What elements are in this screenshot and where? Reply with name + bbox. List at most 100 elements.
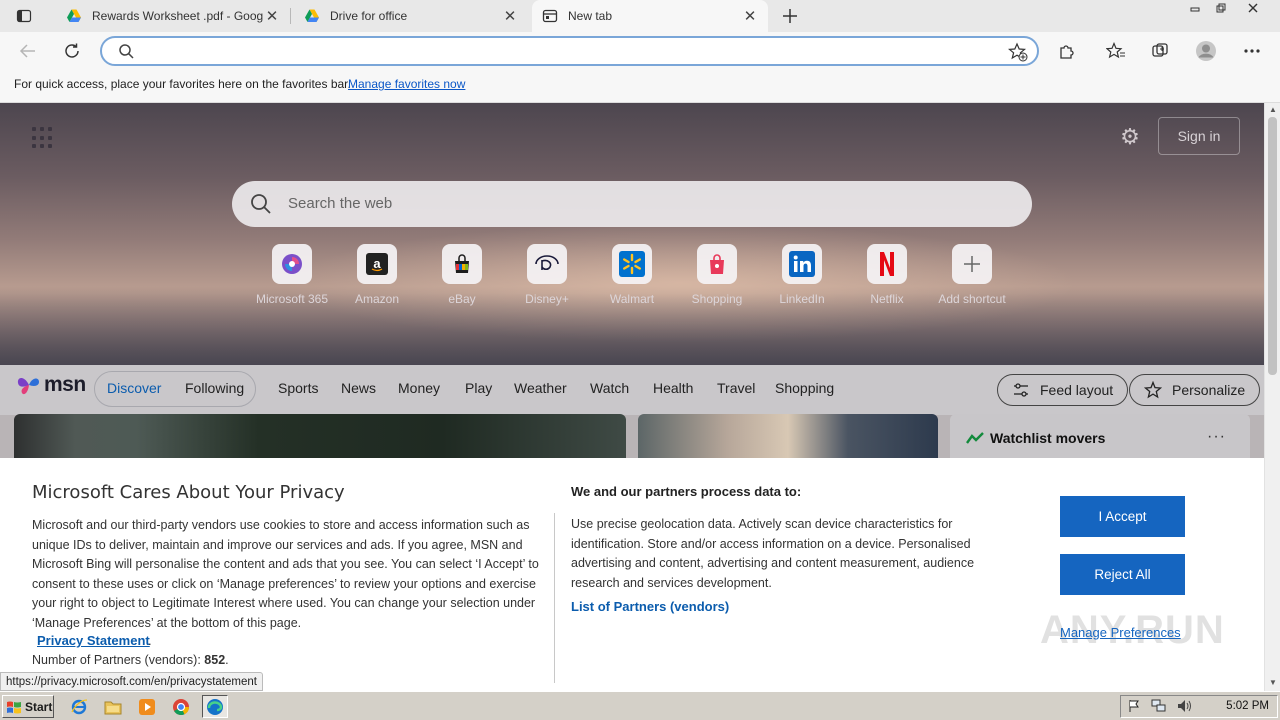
- internet-explorer-icon[interactable]: [66, 695, 92, 718]
- accept-button[interactable]: I Accept: [1060, 496, 1185, 537]
- plus-icon: [952, 244, 992, 284]
- tab-title: Drive for office: [330, 9, 408, 23]
- browser-toolbar: [0, 32, 1280, 70]
- file-explorer-icon[interactable]: [100, 695, 126, 718]
- nav-play[interactable]: Play: [465, 380, 492, 396]
- add-favorite-icon[interactable]: [1007, 42, 1028, 65]
- shortcut-microsoft-365[interactable]: Microsoft 365: [252, 244, 332, 306]
- shortcut-label: Add shortcut: [938, 292, 1006, 306]
- favorites-bar-message: For quick access, place your favorites h…: [14, 77, 351, 91]
- reject-all-button[interactable]: Reject All: [1060, 554, 1185, 595]
- star-sparkle-icon: [1143, 380, 1163, 399]
- close-tab-icon[interactable]: ✕: [264, 8, 280, 25]
- privacy-title: Microsoft Cares About Your Privacy: [32, 482, 345, 503]
- scroll-down-arrow-icon[interactable]: ▼: [1268, 678, 1278, 688]
- privacy-statement-link[interactable]: Privacy Statement: [37, 633, 150, 648]
- add-shortcut-button[interactable]: Add shortcut: [932, 244, 1012, 306]
- search-icon: [250, 193, 272, 215]
- windows-logo-icon: [7, 701, 21, 713]
- scroll-thumb[interactable]: [1268, 117, 1277, 375]
- close-tab-icon[interactable]: ✕: [742, 8, 758, 25]
- nav-shopping[interactable]: Shopping: [775, 380, 834, 396]
- shortcut-walmart[interactable]: Walmart: [592, 244, 672, 306]
- processing-purposes: Use precise geolocation data. Actively s…: [571, 517, 975, 590]
- refresh-button[interactable]: [60, 39, 84, 63]
- nav-news[interactable]: News: [341, 380, 376, 396]
- shortcut-label: LinkedIn: [779, 292, 825, 306]
- tab-actions-icon[interactable]: [12, 4, 36, 28]
- personalize-button[interactable]: Personalize: [1129, 374, 1261, 406]
- netflix-icon: [867, 244, 907, 284]
- nav-weather[interactable]: Weather: [514, 380, 567, 396]
- nav-sports[interactable]: Sports: [278, 380, 318, 396]
- msn-logo[interactable]: msn: [16, 373, 86, 397]
- more-options-icon[interactable]: ···: [1207, 428, 1226, 446]
- system-tray: 5:02 PM: [1120, 695, 1278, 718]
- shortcut-label: Netflix: [870, 292, 904, 306]
- scroll-up-arrow-icon[interactable]: ▲: [1268, 105, 1278, 115]
- amazon-icon: a: [357, 244, 397, 284]
- nav-travel[interactable]: Travel: [717, 380, 755, 396]
- divider: [554, 513, 555, 683]
- privacy-consent-dialog: Microsoft Cares About Your Privacy Micro…: [0, 458, 1264, 691]
- chrome-icon[interactable]: [168, 695, 194, 718]
- start-label: Start: [25, 699, 53, 714]
- edge-icon[interactable]: [202, 695, 228, 718]
- profile-avatar[interactable]: [1194, 39, 1218, 63]
- nav-money[interactable]: Money: [398, 380, 440, 396]
- shortcut-label: Disney+: [525, 292, 569, 306]
- partners-number: 852: [204, 653, 226, 667]
- volume-icon[interactable]: [1177, 699, 1193, 716]
- privacy-description: Microsoft and our third-party vendors us…: [32, 518, 539, 630]
- sign-in-button[interactable]: Sign in: [1158, 117, 1240, 155]
- shortcut-label: Amazon: [354, 292, 400, 306]
- list-of-partners-link[interactable]: List of Partners (vendors): [571, 599, 729, 614]
- shortcut-ebay[interactable]: eBay: [422, 244, 502, 306]
- shortcut-amazon[interactable]: a Amazon: [337, 244, 417, 306]
- minimize-button[interactable]: [1184, 2, 1206, 16]
- shortcut-netflix[interactable]: Netflix: [847, 244, 927, 306]
- manage-favorites-link[interactable]: Manage favorites now: [348, 77, 465, 91]
- page-settings-icon[interactable]: ⚙: [1118, 125, 1142, 149]
- new-tab-button[interactable]: [778, 4, 802, 28]
- shortcut-disney-plus[interactable]: Disney+: [507, 244, 587, 306]
- tab-drive-for-office[interactable]: Drive for office ✕: [294, 0, 528, 32]
- nav-health[interactable]: Health: [653, 380, 693, 396]
- feed-layout-button[interactable]: Feed layout: [997, 374, 1129, 406]
- manage-preferences-link[interactable]: Manage Preferences: [1060, 625, 1181, 640]
- vertical-scrollbar[interactable]: ▲ ▼: [1264, 103, 1280, 691]
- more-options-icon[interactable]: [1240, 39, 1264, 63]
- new-tab-page: ⚙ Sign in Search the web Microsoft 365 a…: [0, 103, 1264, 691]
- new-tab-icon: [542, 8, 558, 24]
- background-image: [0, 103, 1264, 365]
- extensions-icon[interactable]: [1055, 39, 1079, 63]
- nav-watch[interactable]: Watch: [590, 380, 629, 396]
- media-player-icon[interactable]: [134, 695, 160, 718]
- shortcut-label: Shopping: [691, 292, 743, 306]
- tab-rewards-worksheet[interactable]: Rewards Worksheet .pdf - Goog ✕: [56, 0, 290, 32]
- restore-button[interactable]: [1210, 2, 1232, 16]
- ebay-icon: [442, 244, 482, 284]
- web-search-box[interactable]: Search the web: [232, 181, 1032, 227]
- google-drive-icon: [304, 8, 320, 24]
- address-bar[interactable]: [100, 36, 1039, 66]
- tab-new-tab[interactable]: New tab ✕: [532, 0, 768, 32]
- collections-icon[interactable]: [1148, 39, 1172, 63]
- back-button[interactable]: [16, 39, 40, 63]
- trend-icon: [966, 432, 984, 447]
- shortcut-shopping[interactable]: Shopping: [677, 244, 757, 306]
- flag-icon[interactable]: [1127, 699, 1141, 716]
- app-launcher-icon[interactable]: [32, 127, 54, 149]
- shortcut-label: Walmart: [609, 292, 655, 306]
- google-drive-icon: [66, 8, 82, 24]
- search-icon: [118, 43, 134, 62]
- favorites-icon[interactable]: [1104, 39, 1128, 63]
- close-window-button[interactable]: [1242, 2, 1264, 16]
- tab-following[interactable]: Following: [185, 380, 244, 396]
- shortcut-linkedin[interactable]: LinkedIn: [762, 244, 842, 306]
- favorites-bar: For quick access, place your favorites h…: [0, 70, 1280, 103]
- close-tab-icon[interactable]: ✕: [502, 8, 518, 25]
- tab-discover[interactable]: Discover: [107, 380, 161, 396]
- network-icon[interactable]: [1151, 699, 1167, 716]
- start-button[interactable]: Start: [2, 695, 54, 718]
